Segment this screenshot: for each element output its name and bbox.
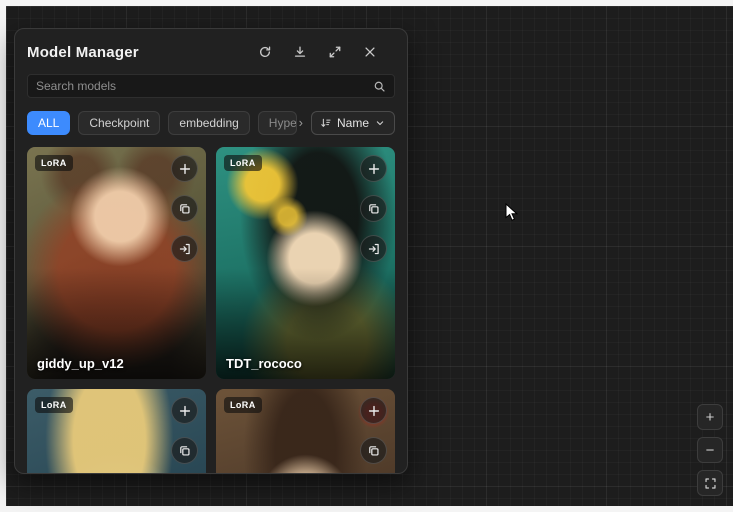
card-actions bbox=[171, 397, 198, 464]
model-card[interactable]: LoRA bbox=[216, 389, 395, 474]
search-input[interactable] bbox=[36, 79, 373, 93]
import-icon bbox=[367, 242, 381, 256]
add-model-button[interactable] bbox=[171, 155, 198, 182]
card-actions bbox=[360, 397, 387, 464]
panel-title: Model Manager bbox=[27, 44, 139, 61]
fit-view-button[interactable] bbox=[697, 470, 723, 496]
sort-label: Name bbox=[337, 116, 369, 130]
filter-chip-checkpoint[interactable]: Checkpoint bbox=[78, 111, 160, 135]
import-model-button[interactable] bbox=[360, 235, 387, 262]
model-manager-panel: Model Manager bbox=[14, 28, 408, 474]
model-name: TDT_rococo bbox=[226, 356, 302, 371]
import-model-button[interactable] bbox=[171, 235, 198, 262]
close-icon bbox=[363, 45, 377, 59]
add-model-button[interactable] bbox=[360, 397, 387, 424]
card-actions bbox=[171, 155, 198, 262]
copy-model-button[interactable] bbox=[171, 195, 198, 222]
plus-icon bbox=[367, 404, 381, 418]
model-name: giddy_up_v12 bbox=[37, 356, 124, 371]
close-button[interactable] bbox=[361, 43, 379, 61]
refresh-icon bbox=[258, 45, 272, 59]
node-editor-canvas[interactable]: Model Manager bbox=[6, 6, 733, 506]
copy-icon bbox=[367, 202, 381, 216]
panel-header-actions bbox=[256, 43, 395, 61]
model-card-grid: LoRA giddy_up_v12 bbox=[27, 147, 395, 474]
card-actions bbox=[360, 155, 387, 262]
chevron-down-icon bbox=[374, 117, 386, 129]
model-card[interactable]: LoRA bbox=[27, 389, 206, 474]
expand-icon bbox=[328, 45, 342, 59]
import-icon bbox=[178, 242, 192, 256]
filter-chip-hypernetwork[interactable]: Hype bbox=[258, 111, 297, 135]
copy-model-button[interactable] bbox=[360, 195, 387, 222]
add-model-button[interactable] bbox=[171, 397, 198, 424]
search-box bbox=[27, 74, 395, 98]
filter-chip-embedding[interactable]: embedding bbox=[168, 111, 249, 135]
model-type-badge: LoRA bbox=[35, 155, 73, 171]
model-type-badge: LoRA bbox=[224, 397, 262, 413]
mouse-cursor bbox=[505, 203, 520, 222]
expand-button[interactable] bbox=[326, 43, 344, 61]
refresh-button[interactable] bbox=[256, 43, 274, 61]
sort-icon bbox=[320, 117, 332, 129]
filter-chip-all[interactable]: ALL bbox=[27, 111, 70, 135]
copy-model-button[interactable] bbox=[360, 437, 387, 464]
fit-view-icon bbox=[704, 477, 717, 490]
panel-header: Model Manager bbox=[27, 39, 395, 65]
zoom-out-button[interactable]: − bbox=[697, 437, 723, 463]
model-type-badge: LoRA bbox=[35, 397, 73, 413]
download-button[interactable] bbox=[291, 43, 309, 61]
download-icon bbox=[293, 45, 307, 59]
sort-dropdown[interactable]: Name bbox=[311, 111, 395, 135]
copy-icon bbox=[367, 444, 381, 458]
plus-icon bbox=[367, 162, 381, 176]
copy-model-button[interactable] bbox=[171, 437, 198, 464]
screen: Model Manager bbox=[0, 0, 733, 512]
canvas-zoom-toolbar: + − bbox=[697, 404, 723, 496]
filter-row: ALL Checkpoint embedding Hype › Name bbox=[27, 110, 395, 135]
add-model-button[interactable] bbox=[360, 155, 387, 182]
copy-icon bbox=[178, 444, 192, 458]
copy-icon bbox=[178, 202, 192, 216]
zoom-in-button[interactable]: + bbox=[697, 404, 723, 430]
plus-icon bbox=[178, 162, 192, 176]
plus-icon bbox=[178, 404, 192, 418]
search-icon[interactable] bbox=[373, 80, 386, 93]
model-card[interactable]: LoRA giddy_up_v12 bbox=[27, 147, 206, 379]
filters-overflow-indicator[interactable]: › bbox=[299, 115, 303, 130]
model-type-badge: LoRA bbox=[224, 155, 262, 171]
model-card[interactable]: LoRA TDT_rococo bbox=[216, 147, 395, 379]
